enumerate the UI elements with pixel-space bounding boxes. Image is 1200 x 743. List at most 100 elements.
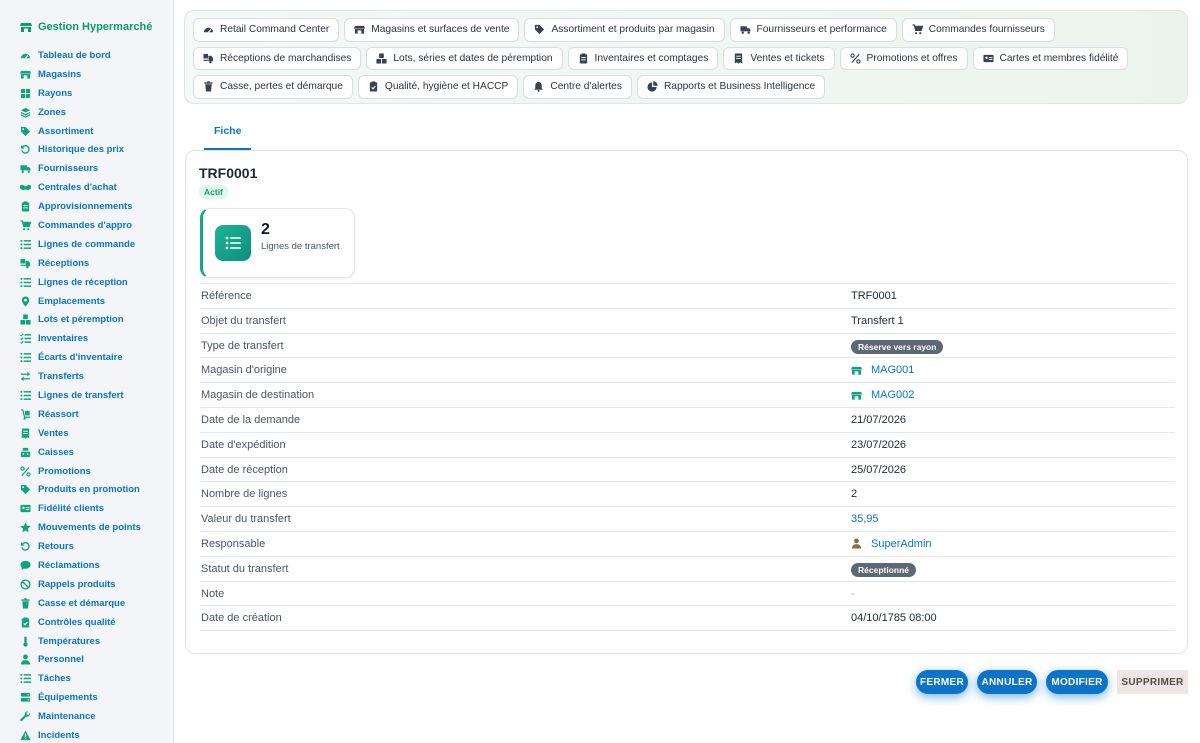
sidebar-item-reclamations[interactable]: Réclamations [0, 556, 173, 575]
field-value[interactable]: SuperAdmin [851, 538, 932, 550]
sidebar-item-label: Centrales d'achat [38, 182, 117, 194]
sidebar-item-taches[interactable]: Tâches [0, 669, 173, 688]
sidebar-item-assortiment[interactable]: Assortiment [0, 122, 173, 141]
module-chip[interactable]: Cartes et membres fidélité [972, 46, 1129, 70]
sidebar-item-label: Lignes de transfert [38, 389, 124, 401]
receipt-icon [20, 428, 31, 439]
module-chip-label: Magasins et surfaces de vente [371, 24, 510, 36]
ban-icon [20, 579, 31, 590]
module-chip-label: Promotions et offres [866, 52, 958, 64]
field-label: Nombre de lignes [201, 488, 288, 501]
sidebar-item-ecarts-d-inventaire[interactable]: Écarts d'inventaire [0, 348, 173, 367]
store-icon [354, 24, 366, 35]
field-value[interactable]: MAG002 [851, 389, 914, 401]
sidebar-item-label: Casse et démarque [38, 597, 126, 609]
sidebar-item-ventes[interactable]: Ventes [0, 424, 173, 443]
sidebar-item-rayons[interactable]: Rayons [0, 84, 173, 103]
tab-fiche[interactable]: Fiche [204, 118, 252, 150]
sidebar-item-lots-et-peremption[interactable]: Lots et péremption [0, 310, 173, 329]
sidebar-item-label: Retours [38, 541, 74, 553]
sidebar-item-casse-et-demarque[interactable]: Casse et démarque [0, 594, 173, 613]
module-chip[interactable]: Fournisseurs et performance [729, 18, 897, 42]
module-chip[interactable]: Inventaires et comptages [567, 46, 719, 70]
module-chip-label: Assortiment et produits par magasin [551, 24, 715, 36]
field-row: Date de réception 25/07/2026 [200, 458, 1175, 483]
sidebar-item-personnel[interactable]: Personnel [0, 651, 173, 670]
list-icon [20, 239, 31, 250]
sidebar-item-retours[interactable]: Retours [0, 537, 173, 556]
sidebar-item-label: Rappels produits [38, 578, 116, 590]
sidebar-item-tableau-de-bord[interactable]: Tableau de bord [0, 46, 173, 65]
sidebar-item-label: Assortiment [38, 125, 94, 137]
tags-icon [534, 24, 545, 35]
sidebar-item-inventaires[interactable]: Inventaires [0, 329, 173, 348]
dolly-icon [20, 409, 31, 420]
store-icon [20, 22, 32, 33]
cubes-icon [376, 53, 387, 64]
sidebar-item-caisses[interactable]: Caisses [0, 443, 173, 462]
app-brand[interactable]: Gestion Hypermarché [0, 14, 173, 40]
receipt-icon [733, 53, 744, 64]
stat-card-transfer-lines[interactable]: 2 Lignes de transfert [200, 208, 355, 278]
sidebar-item-incidents[interactable]: Incidents [0, 726, 173, 743]
module-chip[interactable]: Réceptions de marchandises [193, 46, 362, 70]
module-chip[interactable]: Assortiment et produits par magasin [524, 18, 725, 42]
sidebar-item-label: Ventes [38, 427, 69, 439]
sidebar-item-promotions[interactable]: Promotions [0, 462, 173, 481]
module-chip[interactable]: Qualité, hygiène et HACCP [357, 75, 519, 99]
sidebar-item-label: Tableau de bord [38, 49, 111, 61]
sidebar-item-approvisionnements[interactable]: Approvisionnements [0, 197, 173, 216]
percent-icon [849, 53, 861, 64]
sidebar-item-reassort[interactable]: Réassort [0, 405, 173, 424]
module-chip[interactable]: Promotions et offres [839, 46, 968, 70]
sidebar-item-fidelite-clients[interactable]: Fidélité clients [0, 499, 173, 518]
sidebar-item-mouvements-de-points[interactable]: Mouvements de points [0, 518, 173, 537]
sidebar-item-historique-des-prix[interactable]: Historique des prix [0, 140, 173, 159]
module-chip[interactable]: Ventes et tickets [723, 46, 835, 70]
stat-label: Lignes de transfert [261, 241, 340, 252]
field-row: Responsable SuperAdmin [200, 532, 1175, 557]
field-value[interactable]: MAG001 [851, 364, 914, 376]
sidebar-item-transferts[interactable]: Transferts [0, 367, 173, 386]
sidebar-item-equipements[interactable]: Équipements [0, 688, 173, 707]
field-value: 04/10/1785 08:00 [851, 612, 937, 624]
sidebar-item-controles-qualite[interactable]: Contrôles qualité [0, 613, 173, 632]
close-button[interactable]: FERMER [916, 670, 968, 694]
sidebar-item-label: Lignes de réception [38, 276, 128, 288]
sidebar-item-centrales-d-achat[interactable]: Centrales d'achat [0, 178, 173, 197]
server-icon [20, 692, 31, 703]
sidebar-item-lignes-de-transfert[interactable]: Lignes de transfert [0, 386, 173, 405]
field-value: 23/07/2026 [851, 439, 906, 451]
module-chip[interactable]: Lots, séries et dates de péremption [366, 46, 563, 70]
sidebar-item-magasins[interactable]: Magasins [0, 65, 173, 84]
module-chip[interactable]: Retail Command Center [193, 18, 340, 42]
cancel-button[interactable]: ANNULER [977, 670, 1037, 694]
module-chip[interactable]: Casse, pertes et démarque [193, 75, 353, 99]
sidebar-item-receptions[interactable]: Réceptions [0, 254, 173, 273]
sidebar-item-produits-en-promotion[interactable]: Produits en promotion [0, 480, 173, 499]
sidebar-item-label: Équipements [38, 692, 98, 704]
sidebar-item-lignes-de-reception[interactable]: Lignes de réception [0, 273, 173, 292]
record-tabs: Fiche [204, 118, 252, 150]
module-chip-label: Commandes fournisseurs [928, 24, 1045, 36]
module-chip[interactable]: Centre d'alertes [523, 75, 632, 99]
sidebar-item-maintenance[interactable]: Maintenance [0, 707, 173, 726]
sidebar-item-emplacements[interactable]: Emplacements [0, 292, 173, 311]
delete-button[interactable]: SUPPRIMER [1117, 670, 1188, 694]
sidebar-item-rappels-produits[interactable]: Rappels produits [0, 575, 173, 594]
sidebar-item-temperatures[interactable]: Températures [0, 632, 173, 651]
undo-icon [20, 541, 31, 552]
field-row: Type de transfert Réserve vers rayon [200, 334, 1175, 359]
edit-button[interactable]: MODIFIER [1046, 670, 1108, 694]
sidebar-item-fournisseurs[interactable]: Fournisseurs [0, 159, 173, 178]
module-chip[interactable]: Commandes fournisseurs [901, 18, 1055, 42]
tag-icon [20, 484, 31, 495]
store-icon [20, 69, 31, 80]
module-chip[interactable]: Rapports et Business Intelligence [636, 75, 826, 99]
sidebar-item-lignes-de-commande[interactable]: Lignes de commande [0, 235, 173, 254]
sidebar-item-zones[interactable]: Zones [0, 103, 173, 122]
field-label: Note [201, 587, 225, 600]
sidebar-item-commandes-d-appro[interactable]: Commandes d'appro [0, 216, 173, 235]
field-value[interactable]: 35,95 [851, 513, 879, 525]
module-chip[interactable]: Magasins et surfaces de vente [344, 18, 520, 42]
